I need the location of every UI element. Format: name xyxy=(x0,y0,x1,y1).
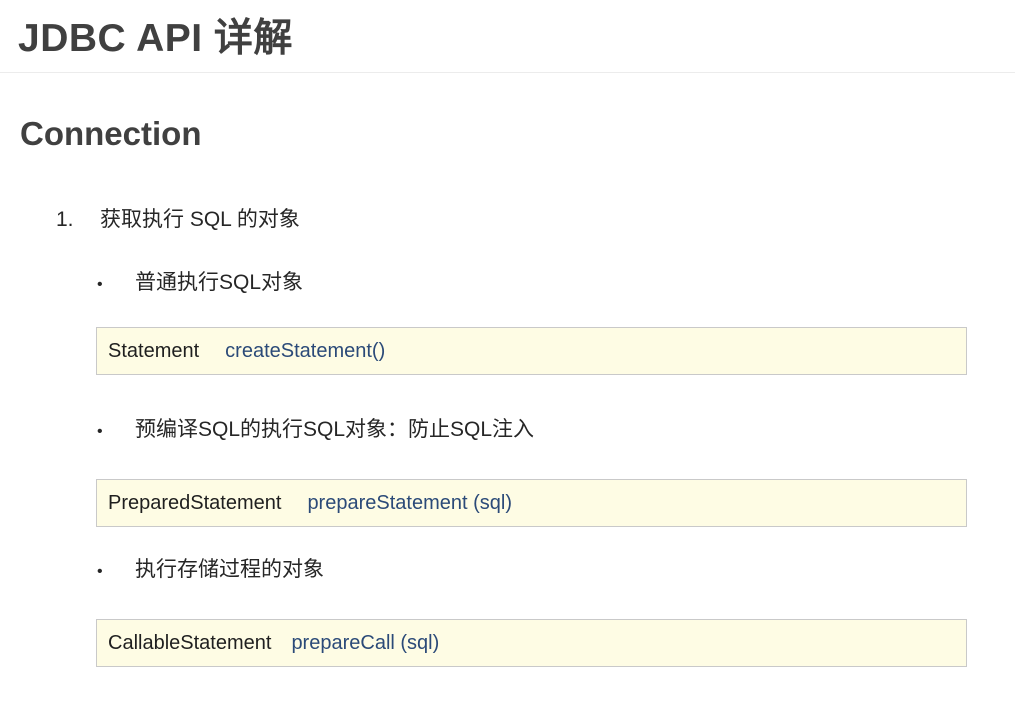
title-divider xyxy=(0,72,1015,73)
bullet-icon: • xyxy=(97,276,103,293)
bullet-text: 预编译SQL的执行SQL对象：防止SQL注入 xyxy=(135,418,535,441)
code-return-type: Statement xyxy=(108,340,200,362)
page-title: JDBC API 详解 xyxy=(18,17,293,60)
bullet-text: 执行存储过程的对象 xyxy=(135,558,324,581)
code-method: prepareStatement (sql) xyxy=(307,492,512,514)
code-return-type: CallableStatement xyxy=(108,632,272,654)
list-item-text: 获取执行 SQL 的对象 xyxy=(100,208,300,231)
bullet-text: 普通执行SQL对象 xyxy=(135,271,304,294)
bullet-icon: • xyxy=(97,563,103,580)
code-box-callable-statement: CallableStatement prepareCall (sql) xyxy=(96,619,967,667)
section-heading: Connection xyxy=(20,115,202,152)
code-method: prepareCall (sql) xyxy=(291,632,440,654)
code-box-statement: Statement createStatement() xyxy=(96,327,967,375)
bullet-item-callable-statement: • 执行存储过程的对象 xyxy=(97,555,324,587)
bullet-item-statement: • 普通执行SQL对象 xyxy=(97,268,303,300)
code-box-prepared-statement: PreparedStatement prepareStatement (sql) xyxy=(96,479,967,527)
code-method: createStatement() xyxy=(225,340,386,362)
bullet-icon: • xyxy=(97,423,103,440)
bullet-item-prepared-statement: • 预编译SQL的执行SQL对象：防止SQL注入 xyxy=(97,415,534,447)
list-number: 1. xyxy=(56,208,74,231)
code-return-type: PreparedStatement xyxy=(108,492,282,514)
numbered-list-item: 1. 获取执行 SQL 的对象 xyxy=(56,205,300,235)
